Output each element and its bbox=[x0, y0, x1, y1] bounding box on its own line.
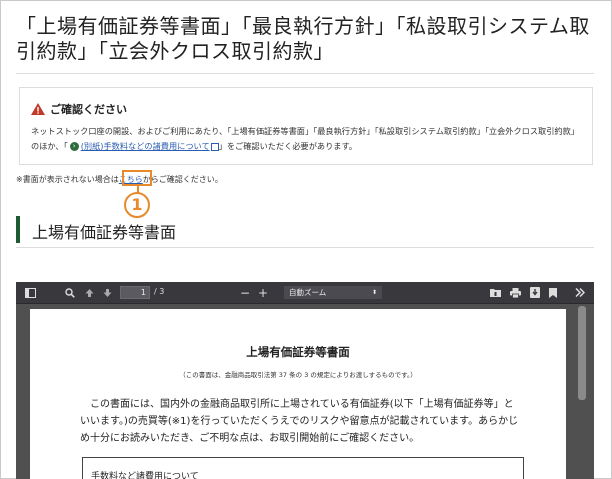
pdf-fallback-note: ※書面が表示されない場合はこちらからご確認ください。 bbox=[16, 174, 223, 185]
section-accent-bar bbox=[16, 216, 20, 243]
sidebar-toggle-icon[interactable] bbox=[22, 282, 38, 303]
document-subtitle: （この書面は、金融商品取引法第 37 条の 3 の規定によりお渡しするものです。… bbox=[179, 371, 417, 379]
section-title: 上場有価証券等書面 bbox=[32, 223, 177, 242]
document-box-text: 手数料など諸費用について bbox=[91, 472, 199, 479]
search-icon[interactable] bbox=[62, 282, 78, 303]
notice-header: ご確認ください bbox=[31, 101, 127, 117]
section-divider bbox=[16, 247, 594, 248]
pdf-viewer[interactable]: 1 / 3 − + 自動ズーム ⬍ 上場有価証券等書面 （この書面は、金融商品取引… bbox=[16, 282, 594, 479]
zoom-select-value: 自動ズーム bbox=[289, 288, 327, 297]
pdf-page: 上場有価証券等書面 （この書面は、金融商品取引法第 37 条の 3 の規定により… bbox=[30, 309, 566, 479]
title-divider bbox=[16, 73, 594, 74]
notice-body: ネットストック口座の開設、およびご利用にあたり、「上場有価証券等書面」「最良執行… bbox=[31, 124, 579, 154]
notice-title: ご確認ください bbox=[50, 103, 127, 116]
notice-box: ご確認ください ネットストック口座の開設、およびご利用にあたり、「上場有価証券等… bbox=[19, 87, 593, 165]
notice-body-suffix: 」をご確認いただく必要があります。 bbox=[218, 141, 358, 151]
document-box: 手数料など諸費用について bbox=[82, 457, 524, 479]
external-window-icon bbox=[210, 142, 219, 151]
open-file-icon[interactable] bbox=[488, 282, 502, 303]
zoom-in-icon[interactable]: + bbox=[256, 282, 270, 303]
pdf-note-suffix: からご確認ください。 bbox=[142, 175, 223, 184]
pdf-toolbar: 1 / 3 − + 自動ズーム ⬍ bbox=[16, 282, 594, 304]
pdf-note-prefix: ※書面が表示されない場合は bbox=[16, 175, 119, 184]
warning-icon bbox=[31, 103, 45, 115]
vertical-scrollbar[interactable] bbox=[578, 306, 586, 400]
more-tools-icon[interactable] bbox=[572, 282, 588, 303]
link-highlight-box bbox=[122, 170, 152, 186]
document-title: 上場有価証券等書面 bbox=[246, 345, 350, 359]
next-page-icon[interactable] bbox=[100, 282, 114, 303]
section-header: 上場有価証券等書面 bbox=[16, 216, 594, 248]
print-icon[interactable] bbox=[508, 282, 522, 303]
page-count: / 3 bbox=[154, 287, 165, 296]
document-paragraph: この書面には、国内外の金融商品取引所に上場されている有価証券(以下「上場有価証券… bbox=[80, 399, 519, 444]
chevron-down-icon: ⬍ bbox=[371, 289, 377, 296]
zoom-out-icon[interactable]: − bbox=[238, 282, 252, 303]
fees-link[interactable]: (別紙)手数料などの諸費用について bbox=[81, 141, 210, 151]
bookmark-icon[interactable] bbox=[546, 282, 560, 303]
previous-page-icon[interactable] bbox=[82, 282, 96, 303]
callout-number-badge: 1 bbox=[124, 192, 150, 218]
page-title: 「上場有価証券等書面」「最良執行方針」「私設取引システム取引約款」「立会外クロス… bbox=[16, 14, 590, 63]
download-icon[interactable] bbox=[528, 282, 542, 303]
arrow-circle-icon: › bbox=[69, 142, 79, 151]
page-number-input[interactable]: 1 bbox=[120, 286, 150, 299]
zoom-select[interactable]: 自動ズーム ⬍ bbox=[284, 286, 382, 299]
